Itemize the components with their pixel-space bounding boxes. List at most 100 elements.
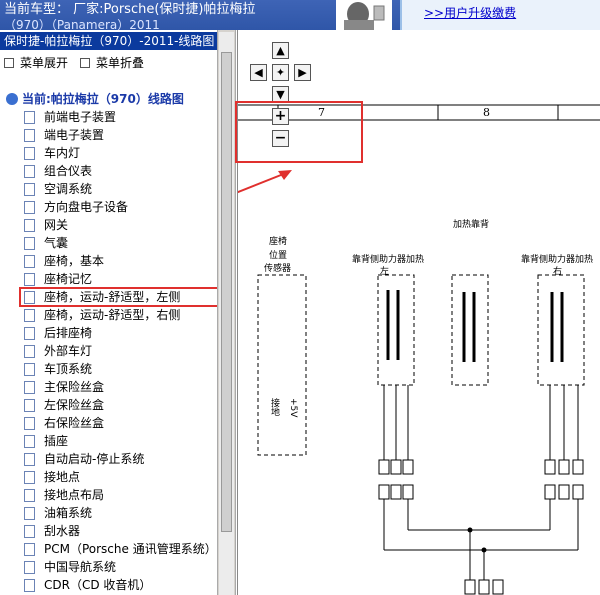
document-icon bbox=[24, 399, 35, 412]
tree-item[interactable]: 外部车灯 bbox=[20, 342, 217, 360]
tree-item-label: 空调系统 bbox=[44, 182, 93, 196]
pan-left-button[interactable]: ◀ bbox=[250, 64, 267, 81]
tree-item-label: 组合仪表 bbox=[44, 164, 93, 178]
tree-items: 前端电子装置 端电子装置车内灯组合仪表空调系统方向盘电子设备 网关气囊座椅，基本座椅… bbox=[19, 108, 217, 594]
tree-item-label: 气囊 bbox=[44, 236, 69, 250]
tree-item-label: 油箱系统 bbox=[44, 506, 93, 520]
left-heater-side: 左 bbox=[380, 267, 390, 277]
tree-item-label: 座椅，基本 bbox=[44, 254, 105, 268]
scrollbar-thumb[interactable] bbox=[221, 52, 232, 532]
tree-item[interactable]: 网关 bbox=[20, 216, 217, 234]
tree-item[interactable]: 接地点布局 bbox=[20, 486, 217, 504]
plus5v-pin-label: +5V bbox=[288, 398, 298, 418]
tree-item[interactable]: 插座 bbox=[20, 432, 217, 450]
tree-item-label: 右保险丝盒 bbox=[44, 416, 105, 430]
top-bar: 当前车型： 厂家:Porsche(保时捷)帕拉梅拉 （970）（Panamera… bbox=[0, 0, 600, 30]
pan-center-button[interactable]: ✦ bbox=[272, 64, 289, 81]
arrow-down-icon: ▼ bbox=[276, 88, 285, 101]
tree-item[interactable]: 空调系统 bbox=[20, 180, 217, 198]
document-icon bbox=[24, 129, 35, 142]
tree-root[interactable]: 当前:帕拉梅拉（970）线路图 bbox=[6, 90, 184, 107]
document-icon bbox=[24, 273, 35, 286]
promo-banner: >>用户升级缴费 bbox=[400, 0, 600, 30]
tree-item[interactable]: 座椅，运动-舒适型，左侧 bbox=[19, 287, 217, 307]
ground-pin-label: 接地 bbox=[269, 398, 279, 416]
tree-item[interactable]: 自动启动-停止系统 bbox=[20, 450, 217, 468]
document-icon bbox=[24, 147, 35, 160]
document-icon bbox=[24, 363, 35, 376]
tree-item[interactable]: 后排座椅 bbox=[20, 324, 217, 342]
tree-root-label: 当前:帕拉梅拉（970）线路图 bbox=[22, 92, 184, 106]
tree-item[interactable]: 接地点 bbox=[20, 468, 217, 486]
tree-item[interactable]: 车顶系统 bbox=[20, 360, 217, 378]
pan-right-button[interactable]: ▶ bbox=[294, 64, 311, 81]
document-icon bbox=[24, 237, 35, 250]
pan-center-icon: ✦ bbox=[275, 66, 286, 79]
tree-item[interactable]: 主保险丝盒 bbox=[20, 378, 217, 396]
tree-item[interactable]: 车内灯 bbox=[20, 144, 217, 162]
tree-item[interactable]: 座椅，基本 bbox=[20, 252, 217, 270]
wiring-tree: 当前:帕拉梅拉（970）线路图 前端电子装置 端电子装置车内灯组合仪表空调系统方向… bbox=[0, 86, 217, 595]
tree-item[interactable]: 中国导航系统 bbox=[20, 558, 217, 576]
document-icon bbox=[24, 507, 35, 520]
tree-item-label: 左保险丝盒 bbox=[44, 398, 105, 412]
tree-item-label: 外部车灯 bbox=[44, 344, 93, 358]
tree-item-label: 座椅，运动-舒适型，左侧 bbox=[44, 290, 181, 304]
document-icon bbox=[24, 201, 35, 214]
tree-item-label: 插座 bbox=[44, 434, 69, 448]
document-icon bbox=[24, 417, 35, 430]
tree-item[interactable]: 右保险丝盒 bbox=[20, 414, 217, 432]
tree-item[interactable]: 方向盘电子设备 bbox=[20, 198, 217, 216]
tree-item[interactable]: PCM（Porsche 通讯管理系统） bbox=[20, 540, 217, 558]
document-icon bbox=[24, 309, 35, 322]
tree-item-label: 网关 bbox=[44, 218, 69, 232]
tree-scrollbar[interactable] bbox=[219, 32, 234, 595]
tree-item[interactable]: 前端电子装置 bbox=[20, 108, 217, 126]
tree-item-label: 前端电子装置 bbox=[44, 110, 117, 124]
tree-item-label: 车顶系统 bbox=[44, 362, 93, 376]
arrow-up-icon: ▲ bbox=[276, 44, 285, 57]
current-car-line1: 当前车型： 厂家:Porsche(保时捷)帕拉梅拉 bbox=[4, 2, 256, 17]
tree-item[interactable]: 气囊 bbox=[20, 234, 217, 252]
document-icon bbox=[24, 165, 35, 178]
tree-item-label: 座椅，运动-舒适型，右侧 bbox=[44, 308, 181, 322]
document-icon bbox=[24, 471, 35, 484]
tree-item-label: 方向盘电子设备 bbox=[44, 200, 129, 214]
document-icon bbox=[24, 561, 35, 574]
menu-collapse-link[interactable]: 菜单折叠 bbox=[96, 56, 144, 70]
tree-item-label: PCM（Porsche 通讯管理系统） bbox=[44, 542, 217, 556]
tree-item[interactable]: 端电子装置 bbox=[20, 126, 217, 144]
document-icon bbox=[24, 489, 35, 502]
document-icon bbox=[24, 435, 35, 448]
tree-title: 保时捷-帕拉梅拉（970）-2011-线路图 bbox=[0, 32, 217, 50]
expand-icon bbox=[4, 58, 14, 68]
tree-item[interactable]: 刮水器 bbox=[20, 522, 217, 540]
mascot-image bbox=[336, 0, 392, 30]
document-icon bbox=[24, 525, 35, 538]
menu-expand-link[interactable]: 菜单展开 bbox=[20, 56, 68, 70]
tree-item[interactable]: 左保险丝盒 bbox=[20, 396, 217, 414]
tree-item[interactable]: CDR（CD 收音机） bbox=[20, 576, 217, 594]
tree-item-label: 自动启动-停止系统 bbox=[44, 452, 145, 466]
tree-item-label: 刮水器 bbox=[44, 524, 81, 538]
pan-up-button[interactable]: ▲ bbox=[272, 42, 289, 59]
right-heater-side: 右 bbox=[553, 267, 563, 277]
upgrade-link[interactable]: >>用户升级缴费 bbox=[424, 4, 516, 21]
seat-sensor-label-1: 座椅 bbox=[269, 237, 288, 247]
document-icon bbox=[24, 327, 35, 340]
column-8-label: 8 bbox=[483, 106, 490, 119]
seat-sensor-label-2: 位置 bbox=[269, 251, 288, 261]
tree-item[interactable]: 油箱系统 bbox=[20, 504, 217, 522]
folder-root-icon bbox=[6, 93, 18, 105]
tree-item[interactable]: 组合仪表 bbox=[20, 162, 217, 180]
document-icon bbox=[24, 381, 35, 394]
document-icon bbox=[24, 345, 35, 358]
document-icon bbox=[24, 183, 35, 196]
tree-item[interactable]: 座椅记忆 bbox=[20, 270, 217, 288]
tree-item-label: 端电子装置 bbox=[44, 128, 105, 142]
tree-item[interactable]: 座椅，运动-舒适型，右侧 bbox=[20, 306, 217, 324]
menu-controls: 菜单展开 菜单折叠 bbox=[4, 54, 144, 71]
tree-item-label: 后排座椅 bbox=[44, 326, 93, 340]
zoom-highlight-box bbox=[235, 101, 363, 163]
seat-sensor-label-3: 传感器 bbox=[264, 264, 292, 274]
